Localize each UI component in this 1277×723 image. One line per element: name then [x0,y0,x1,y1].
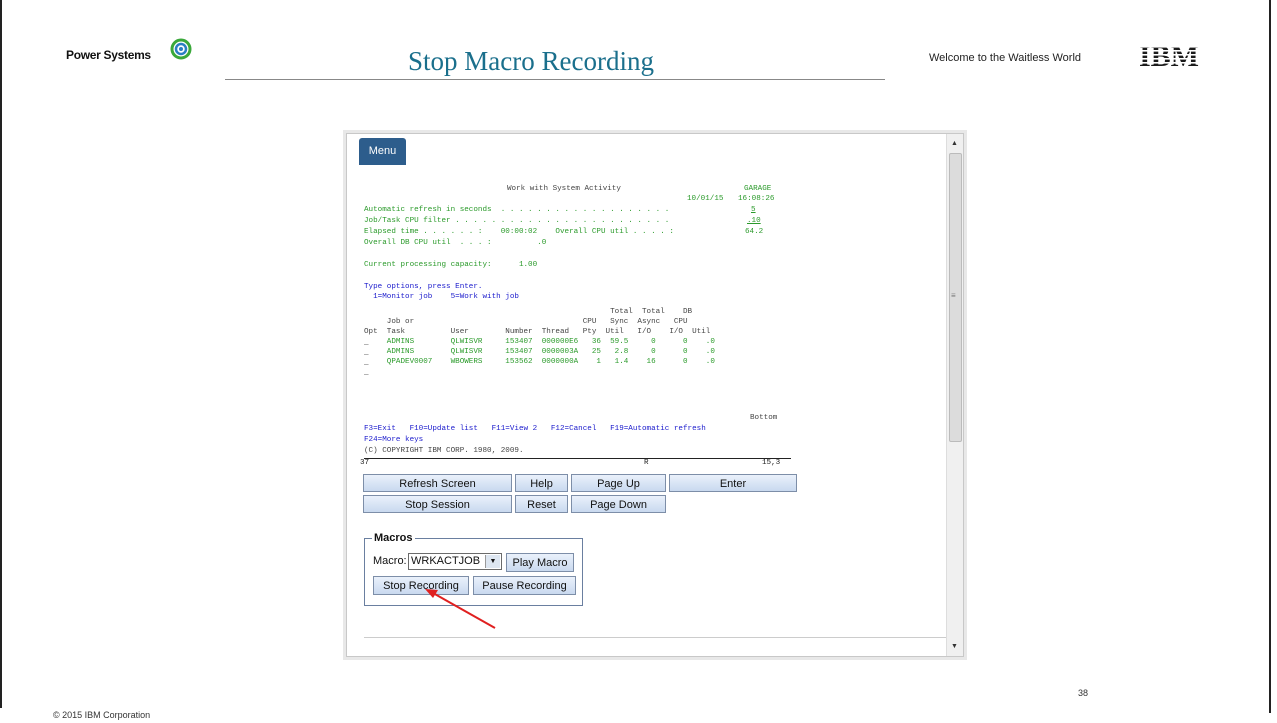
power-systems-icon [170,38,192,60]
scroll-down-arrow-icon[interactable]: ▼ [951,643,958,650]
footer-copyright: © 2015 IBM Corporation [53,710,151,720]
browser-window: Menu Work with System Activity GARAGE 10… [346,133,964,657]
help-button[interactable]: Help [515,474,568,492]
title-underline [225,79,885,80]
column-header-3: Opt Task User Number Thread Pty Util I/O… [364,328,711,336]
stop-session-button[interactable]: Stop Session [363,495,512,513]
chevron-down-icon[interactable]: ▼ [485,555,500,568]
overall-cpu-value: 64.2 [745,228,764,236]
page-up-button[interactable]: Page Up [571,474,666,492]
type-options-line: Type options, press Enter. [364,283,483,291]
filter-line: Job/Task CPU filter . . . . . . . . . . … [364,217,670,225]
refresh-line: Automatic refresh in seconds . . . . . .… [364,206,670,214]
scroll-up-arrow-icon[interactable]: ▲ [951,140,958,147]
power-systems-logo: Power Systems [66,38,216,68]
grip-icon: ≡ [951,291,956,300]
vertical-scrollbar[interactable]: ▲ ≡ ▼ [946,134,963,656]
red-arrow-icon [425,589,496,629]
function-keys-line-2: F24=More keys [364,436,424,444]
system-name: GARAGE [744,185,772,193]
screen-time: 16:08:26 [738,195,775,203]
menu-button[interactable]: Menu [359,138,406,165]
page-down-button[interactable]: Page Down [571,495,666,513]
brand-text: Power Systems [66,48,151,62]
slide-left-border [0,0,2,708]
table-row: ADMINS QLWISVR 153407 0000003A 25 2.8 0 … [364,348,715,356]
elapsed-line: Elapsed time . . . . . . : 00:00:02 Over… [364,228,674,236]
content-divider [364,637,948,638]
status-separator [364,458,791,459]
macro-select-value: WRKACTJOB [411,555,481,567]
play-macro-button[interactable]: Play Macro [506,553,574,572]
filter-value-field[interactable]: .10 [747,217,761,226]
macros-legend: Macros [372,532,415,544]
opt-field[interactable]: _ [364,369,369,378]
copyright-line: (C) COPYRIGHT IBM CORP. 1980, 2009. [364,447,524,455]
screen-date: 10/01/15 [687,195,724,203]
status-mode: R [644,459,649,467]
column-header-2: Job or CPU Sync Async CPU [364,318,688,326]
tagline: Welcome to the Waitless World [929,52,1082,64]
capacity-line: Current processing capacity: 1.00 [364,261,538,269]
macro-label: Macro: [373,555,407,567]
page-title: Stop Macro Recording [408,46,654,76]
status-position: 15,3 [762,459,781,467]
screen-title: Work with System Activity [507,185,621,193]
table-row: ADMINS QLWISVR 153407 000000E6 36 59.5 0… [364,338,715,346]
enter-button[interactable]: Enter [669,474,797,492]
scroll-thumb[interactable]: ≡ [949,153,962,442]
options-line: 1=Monitor job 5=Work with job [364,293,519,301]
column-header-1: Total Total DB [364,308,693,316]
table-row: QPADEV0007 WBOWERS 153562 0000000A 1 1.4… [364,358,715,366]
refresh-value-field[interactable]: 5 [751,206,756,215]
status-cursor-row: 37 [360,459,370,467]
bottom-label: Bottom [750,414,778,422]
reset-button[interactable]: Reset [515,495,568,513]
page-number: 38 [1078,688,1089,698]
ibm-logo: IBM [1126,42,1212,70]
function-keys-line-1: F3=Exit F10=Update list F11=View 2 F12=C… [364,425,706,433]
macro-select[interactable]: WRKACTJOB ▼ [408,553,502,570]
refresh-screen-button[interactable]: Refresh Screen [363,474,512,492]
db-cpu-line: Overall DB CPU util . . . : .0 [364,239,547,247]
